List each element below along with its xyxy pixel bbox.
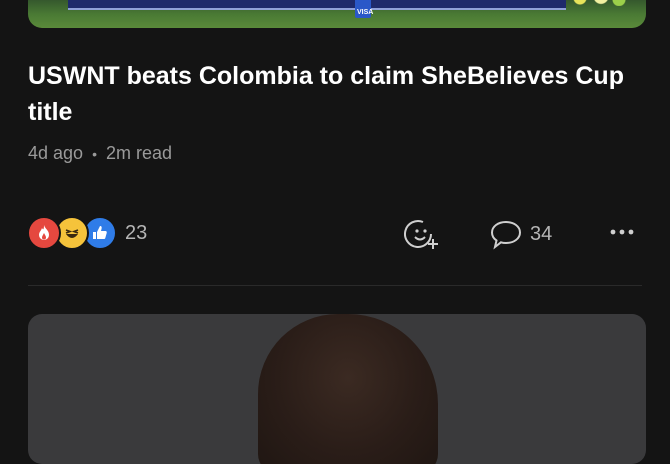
reactions-summary[interactable]: 23	[27, 216, 147, 250]
article-divider	[28, 285, 642, 286]
article-title[interactable]: USWNT beats Colombia to claim SheBelieve…	[28, 58, 638, 130]
image-banner	[68, 0, 566, 10]
article-age: 4d ago	[28, 143, 84, 163]
add-reaction-button[interactable]	[404, 216, 440, 252]
comments-button[interactable]: 34	[488, 216, 552, 252]
image-person-hair	[258, 314, 438, 464]
article-top-image[interactable]: VISA	[28, 0, 646, 28]
ellipsis-icon	[610, 229, 634, 235]
article-meta: 4d ago • 2m read	[28, 143, 172, 164]
image-visa-text: VISA	[357, 9, 374, 16]
add-reaction-icon	[404, 220, 438, 249]
comment-icon	[490, 220, 522, 250]
next-article-image[interactable]	[28, 314, 646, 464]
meta-separator: •	[92, 145, 97, 162]
reaction-count: 23	[125, 221, 148, 244]
article-actions: 23 34	[0, 210, 670, 258]
fire-reaction-icon	[27, 216, 61, 250]
more-options-button[interactable]	[606, 222, 638, 242]
article-read-time: 2m read	[105, 143, 173, 163]
comment-count: 34	[530, 222, 553, 245]
image-flowers	[568, 0, 628, 6]
